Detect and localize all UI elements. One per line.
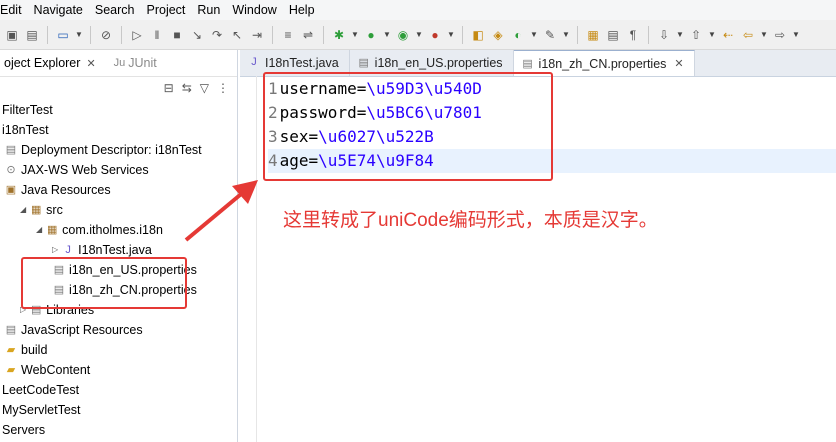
annotation-caption: 这里转成了uniCode编码形式，本质是汉字。 bbox=[283, 210, 658, 231]
annotation-arrow-shaft bbox=[184, 188, 248, 242]
